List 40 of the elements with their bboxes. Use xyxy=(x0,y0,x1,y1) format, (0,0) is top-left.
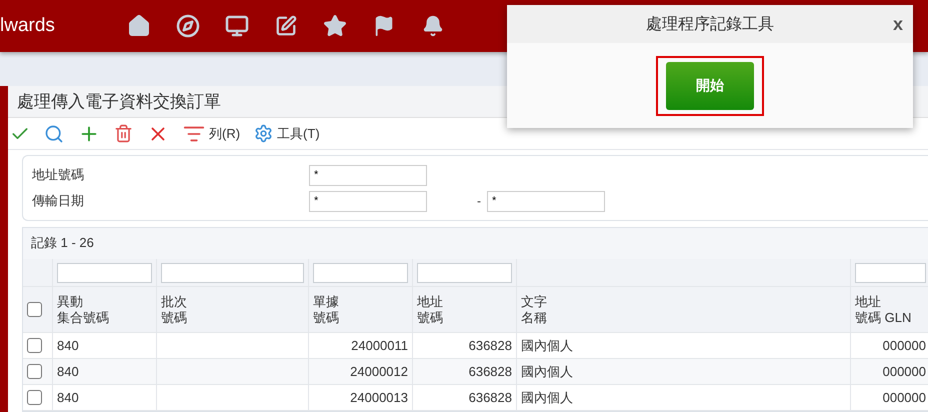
dialog-title: 處理程序記錄工具 xyxy=(646,14,774,34)
filter-field[interactable] xyxy=(417,262,512,282)
start-button[interactable]: 開始 xyxy=(666,62,754,110)
filter-field[interactable] xyxy=(161,262,304,282)
checkbox[interactable] xyxy=(27,302,42,317)
input-field[interactable]: * xyxy=(487,190,605,212)
table-cell: 000000 xyxy=(851,385,928,411)
star-icon[interactable] xyxy=(322,13,348,39)
column-header[interactable]: 單據 號碼 xyxy=(313,294,339,326)
input-field[interactable]: * xyxy=(309,164,427,186)
settings-icon xyxy=(254,124,274,143)
input-field[interactable]: * xyxy=(309,190,427,212)
column-header[interactable]: 異動 集合號碼 xyxy=(57,294,109,326)
tools-button[interactable]: 工具(T) xyxy=(254,124,320,143)
checkbox[interactable] xyxy=(27,364,42,379)
filter-field[interactable] xyxy=(57,262,152,282)
page-title: 處理傳入電子資料交換訂單 xyxy=(17,91,221,113)
rows-button[interactable]: 列(R) xyxy=(183,122,240,144)
table-cell: 國內個人 xyxy=(517,385,851,411)
close-button[interactable]: x xyxy=(892,14,903,35)
trash-icon[interactable] xyxy=(114,124,133,143)
table-cell: 24000013 xyxy=(309,385,413,411)
table-cell: 840 xyxy=(53,385,157,411)
column-header[interactable]: 批次 號碼 xyxy=(161,294,187,326)
range-separator: - xyxy=(477,194,481,208)
checkbox[interactable] xyxy=(27,390,42,405)
compass-icon[interactable] xyxy=(175,13,201,39)
column-header[interactable]: 地址 號碼 xyxy=(417,294,443,326)
home-icon[interactable] xyxy=(126,13,152,39)
brand-name: lwards xyxy=(0,15,56,37)
column-header[interactable]: 地址 號碼 GLN xyxy=(855,294,912,326)
field-label: 傳輸日期 xyxy=(32,192,85,210)
filter-field[interactable] xyxy=(855,262,926,282)
filter-field[interactable] xyxy=(313,262,408,282)
field-label: 地址號碼 xyxy=(32,166,85,184)
search-icon[interactable] xyxy=(44,124,64,144)
table-cell: 636828 xyxy=(413,385,517,411)
record-count: 記錄 1 - 26 xyxy=(30,234,95,252)
column-header[interactable]: 文字 名稱 xyxy=(521,294,547,326)
checkbox[interactable] xyxy=(27,338,42,353)
